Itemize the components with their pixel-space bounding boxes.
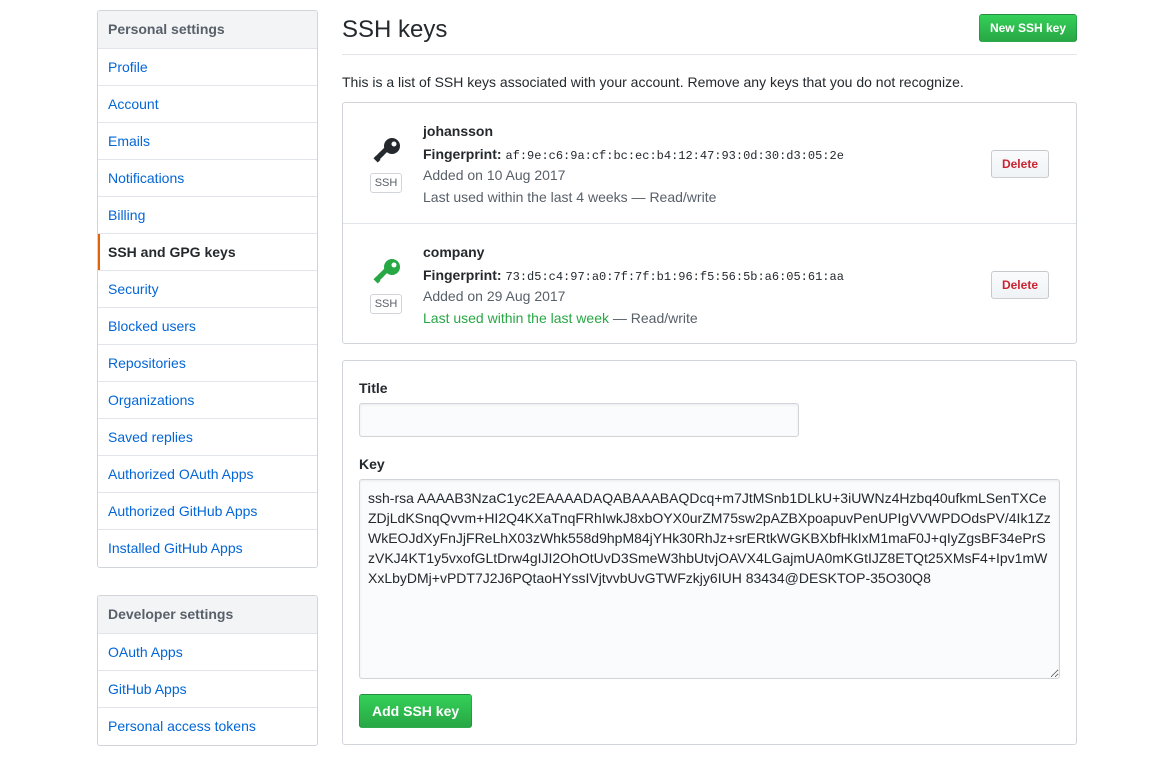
sidebar-item-installed-github-apps[interactable]: Installed GitHub Apps [98,530,317,567]
personal-settings-menu: Personal settings Profile Account Emails… [97,10,318,568]
delete-key-button[interactable]: Delete [990,150,1049,178]
key-fingerprint: Fingerprint: af:9e:c6:9a:cf:bc:ec:b4:12:… [423,146,844,163]
title-label: Title [359,380,388,396]
sidebar-item-authorized-oauth-apps[interactable]: Authorized OAuth Apps [98,456,317,493]
title-input[interactable] [359,403,799,437]
page-header: SSH keys New SSH key [342,0,1077,55]
fingerprint-label: Fingerprint: [423,146,502,162]
sidebar-item-repositories[interactable]: Repositories [98,345,317,382]
access-level: — Read/write [609,310,698,326]
new-ssh-key-button[interactable]: New SSH key [978,14,1077,42]
ssh-key-row: SSH company Fingerprint: 73:d5:c4:97:a0:… [343,223,1076,344]
page-title: SSH keys [342,16,448,43]
ssh-badge: SSH [370,294,402,314]
key-added-date: Added on 29 Aug 2017 [423,288,566,304]
developer-settings-heading: Developer settings [98,596,317,634]
sidebar-item-personal-access-tokens[interactable]: Personal access tokens [98,708,317,745]
ssh-key-list: SSH johansson Fingerprint: af:9e:c6:9a:c… [342,102,1077,344]
last-used-text: Last used within the last 4 weeks [423,189,628,205]
sidebar-item-saved-replies[interactable]: Saved replies [98,419,317,456]
sidebar-item-billing[interactable]: Billing [98,197,317,234]
sidebar-item-authorized-github-apps[interactable]: Authorized GitHub Apps [98,493,317,530]
key-icon [373,138,400,163]
key-last-used: Last used within the last week — Read/wr… [423,310,698,326]
sidebar-item-notifications[interactable]: Notifications [98,160,317,197]
key-name: johansson [423,123,494,139]
sidebar-item-emails[interactable]: Emails [98,123,317,160]
key-name: company [423,244,485,260]
sidebar-item-github-apps[interactable]: GitHub Apps [98,671,317,708]
intro-text: This is a list of SSH keys associated wi… [342,74,964,90]
delete-key-button[interactable]: Delete [990,271,1049,299]
key-icon [373,259,400,284]
sidebar-item-oauth-apps[interactable]: OAuth Apps [98,634,317,671]
ssh-key-row: SSH johansson Fingerprint: af:9e:c6:9a:c… [343,103,1076,223]
developer-settings-menu: Developer settings OAuth Apps GitHub App… [97,595,318,746]
fingerprint-value: 73:d5:c4:97:a0:7f:7f:b1:96:f5:56:5b:a6:0… [505,270,844,284]
sidebar-item-security[interactable]: Security [98,271,317,308]
sidebar-item-blocked-users[interactable]: Blocked users [98,308,317,345]
key-textarea[interactable]: ssh-rsa AAAAB3NzaC1yc2EAAAADAQABAAABAQDc… [359,479,1060,679]
sidebar-item-ssh-gpg-keys[interactable]: SSH and GPG keys [98,234,317,271]
sidebar-item-account[interactable]: Account [98,86,317,123]
personal-settings-heading: Personal settings [98,11,317,49]
key-added-date: Added on 10 Aug 2017 [423,167,566,183]
key-fingerprint: Fingerprint: 73:d5:c4:97:a0:7f:7f:b1:96:… [423,267,844,284]
sidebar-item-profile[interactable]: Profile [98,49,317,86]
key-last-used: Last used within the last 4 weeks — Read… [423,189,716,205]
main-content: SSH keys New SSH key This is a list of S… [342,0,1077,745]
add-ssh-key-form: Title Key ssh-rsa AAAAB3NzaC1yc2EAAAADAQ… [342,360,1077,745]
access-level: — Read/write [627,189,717,205]
last-used-text: Last used within the last week [423,310,609,326]
add-ssh-key-button[interactable]: Add SSH key [359,694,473,728]
ssh-badge: SSH [370,173,402,193]
fingerprint-value: af:9e:c6:9a:cf:bc:ec:b4:12:47:93:0d:30:d… [505,149,844,163]
key-label: Key [359,456,385,472]
fingerprint-label: Fingerprint: [423,267,502,283]
sidebar-item-organizations[interactable]: Organizations [98,382,317,419]
